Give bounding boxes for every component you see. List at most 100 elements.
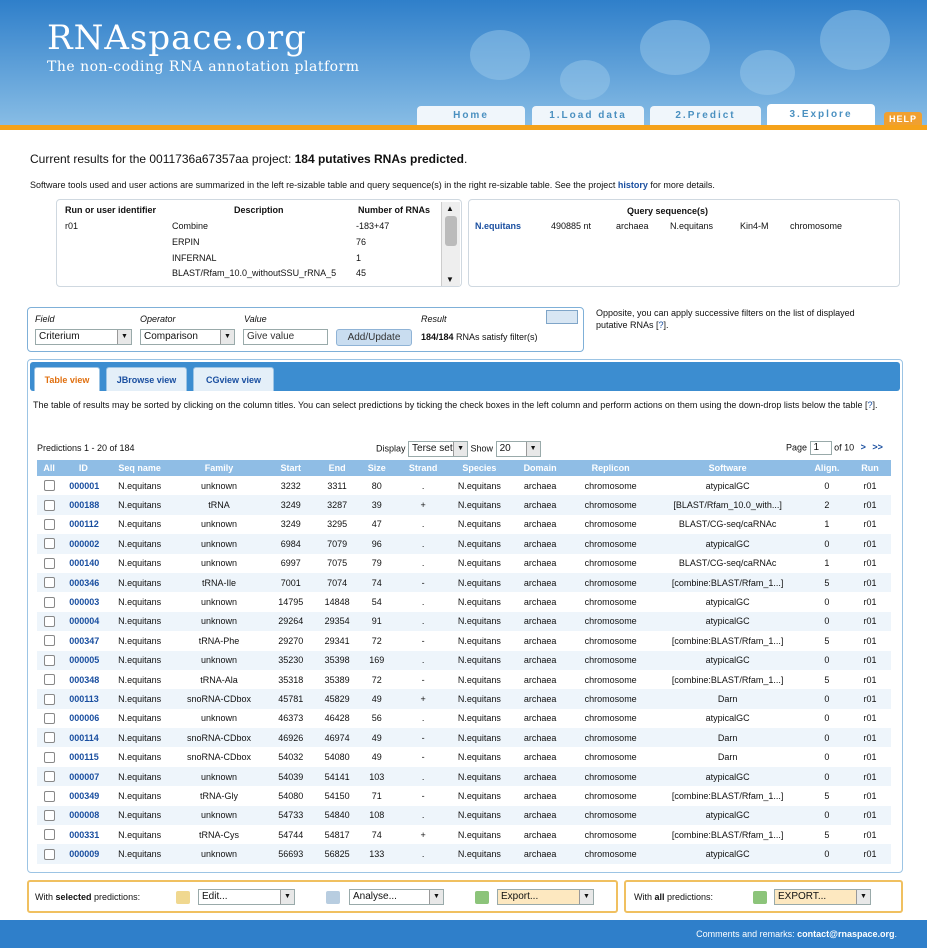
table-cell: chromosome bbox=[570, 650, 651, 670]
tab-home[interactable]: Home bbox=[417, 106, 525, 125]
prediction-id-link[interactable]: 000188 bbox=[61, 495, 106, 515]
table-cell: 3295 bbox=[327, 519, 348, 530]
export-select[interactable]: Export... ▼ bbox=[497, 889, 594, 905]
runs-col-header[interactable]: Number of RNAs bbox=[358, 205, 430, 215]
row-checkbox[interactable] bbox=[43, 751, 55, 763]
runs-scrollbar[interactable]: ▲ ▼ bbox=[441, 202, 460, 286]
next-page-link[interactable]: > bbox=[861, 442, 866, 452]
runs-col-header[interactable]: Description bbox=[234, 205, 284, 215]
tab-table-view[interactable]: Table view bbox=[34, 367, 100, 391]
prediction-id-link[interactable]: 000331 bbox=[61, 825, 105, 844]
table-cell: N.equitans bbox=[457, 597, 501, 608]
row-checkbox[interactable] bbox=[43, 732, 55, 744]
row-checkbox[interactable] bbox=[43, 480, 55, 492]
row-checkbox[interactable] bbox=[43, 848, 55, 860]
edit-select[interactable]: Edit... ▼ bbox=[198, 889, 295, 905]
export-all-select-value: EXPORT... bbox=[778, 891, 827, 902]
column-header-species[interactable]: Species bbox=[449, 460, 510, 476]
prediction-id-link[interactable]: 000347 bbox=[61, 631, 105, 650]
table-cell: 56 bbox=[371, 713, 382, 724]
row-checkbox[interactable] bbox=[43, 519, 55, 531]
table-cell: 91 bbox=[356, 611, 397, 632]
row-checkbox[interactable] bbox=[43, 596, 55, 608]
row-checkbox[interactable] bbox=[43, 557, 55, 569]
operator-select[interactable]: Comparison ▼ bbox=[140, 329, 235, 345]
prediction-id-link[interactable]: 000115 bbox=[61, 747, 105, 766]
column-header-seq-name[interactable]: Seq name bbox=[105, 460, 174, 476]
table-cell: archaea bbox=[523, 752, 557, 763]
prediction-id-link[interactable]: 000007 bbox=[61, 766, 106, 787]
prediction-id-link[interactable]: 000113 bbox=[61, 689, 106, 709]
row-checkbox[interactable] bbox=[43, 674, 55, 686]
scroll-thumb[interactable] bbox=[445, 216, 457, 246]
table-cell: 56825 bbox=[317, 844, 357, 864]
column-header-all[interactable]: All bbox=[37, 460, 62, 476]
value-input[interactable]: Give value bbox=[243, 329, 328, 345]
row-checkbox[interactable] bbox=[43, 538, 55, 550]
column-header-size[interactable]: Size bbox=[356, 460, 397, 476]
column-header-start[interactable]: Start bbox=[264, 460, 318, 476]
prediction-id-link[interactable]: 000003 bbox=[61, 592, 105, 611]
prediction-id-link[interactable]: 000001 bbox=[61, 476, 105, 495]
table-cell: r01 bbox=[863, 790, 877, 801]
analyse-select[interactable]: Analyse... ▼ bbox=[349, 889, 444, 905]
row-checkbox[interactable] bbox=[43, 809, 55, 821]
table-cell: 6997 bbox=[280, 558, 301, 569]
prediction-id-link[interactable]: 000008 bbox=[61, 805, 106, 826]
filter-table-icon[interactable] bbox=[546, 310, 578, 324]
table-cell: N.equitans bbox=[118, 674, 162, 685]
prediction-id-link[interactable]: 000009 bbox=[61, 844, 106, 864]
prediction-id-link[interactable]: 000112 bbox=[61, 515, 105, 534]
column-header-software[interactable]: Software bbox=[650, 460, 805, 476]
scroll-down-icon[interactable]: ▼ bbox=[446, 275, 454, 284]
row-checkbox[interactable] bbox=[43, 790, 55, 802]
row-checkbox[interactable] bbox=[43, 712, 55, 724]
prediction-id-link[interactable]: 000004 bbox=[61, 611, 106, 632]
scroll-up-icon[interactable]: ▲ bbox=[446, 204, 454, 213]
row-checkbox[interactable] bbox=[43, 771, 55, 783]
row-checkbox[interactable] bbox=[43, 635, 55, 647]
tab-cgview-view[interactable]: CGview view bbox=[193, 367, 274, 391]
row-checkbox[interactable] bbox=[43, 654, 55, 666]
tab-explore[interactable]: 3.Explore bbox=[767, 104, 875, 125]
page-input[interactable]: 1 bbox=[809, 441, 832, 455]
prediction-id-link[interactable]: 000349 bbox=[61, 786, 105, 805]
query-header: Query sequence(s) bbox=[627, 206, 709, 216]
prediction-id-link[interactable]: 000140 bbox=[61, 554, 105, 573]
column-header-replicon[interactable]: Replicon bbox=[570, 460, 651, 476]
history-link[interactable]: history bbox=[618, 180, 648, 190]
prediction-id-link[interactable]: 000006 bbox=[61, 709, 105, 728]
prediction-id-link[interactable]: 000348 bbox=[61, 670, 105, 689]
last-page-link[interactable]: >> bbox=[872, 442, 883, 452]
column-header-align[interactable]: Align. bbox=[804, 460, 849, 476]
contact-email-link[interactable]: contact@rnaspace.org bbox=[797, 929, 894, 939]
row-checkbox[interactable] bbox=[43, 829, 55, 841]
prediction-id-link[interactable]: 000346 bbox=[61, 572, 106, 593]
tab-predict[interactable]: 2.Predict bbox=[650, 106, 761, 125]
add-update-button[interactable]: Add/Update bbox=[336, 329, 412, 346]
column-header-run[interactable]: Run bbox=[849, 460, 891, 476]
column-header-id[interactable]: ID bbox=[61, 460, 106, 476]
column-header-strand[interactable]: Strand bbox=[396, 460, 450, 476]
tab-load-data[interactable]: 1.Load data bbox=[532, 106, 644, 125]
table-cell: unknown bbox=[201, 597, 238, 608]
export-all-select[interactable]: EXPORT... ▼ bbox=[774, 889, 871, 905]
tab-jbrowse-view[interactable]: JBrowse view bbox=[106, 367, 187, 391]
prediction-id-link[interactable]: 000002 bbox=[61, 534, 106, 554]
query-name[interactable]: N.equitans bbox=[475, 221, 521, 231]
row-checkbox[interactable] bbox=[43, 693, 55, 705]
prediction-id-link[interactable]: 000114 bbox=[61, 728, 106, 748]
row-checkbox[interactable] bbox=[43, 577, 55, 589]
display-select[interactable]: Terse set ▼ bbox=[408, 441, 469, 457]
row-checkbox[interactable] bbox=[43, 499, 55, 511]
runs-col-header[interactable]: Run or user identifier bbox=[65, 205, 156, 215]
column-header-domain[interactable]: Domain bbox=[509, 460, 571, 476]
field-select[interactable]: Criterium ▼ bbox=[35, 329, 132, 345]
column-header-family[interactable]: Family bbox=[173, 460, 265, 476]
show-select[interactable]: 20 ▼ bbox=[495, 441, 541, 457]
row-checkbox[interactable] bbox=[43, 615, 55, 627]
column-header-end[interactable]: End bbox=[317, 460, 357, 476]
site-logo[interactable]: RNAspace.org bbox=[47, 18, 307, 58]
prediction-id-link[interactable]: 000005 bbox=[61, 650, 106, 670]
filter-result: 184/184 RNAs satisfy filter(s) bbox=[421, 332, 538, 342]
